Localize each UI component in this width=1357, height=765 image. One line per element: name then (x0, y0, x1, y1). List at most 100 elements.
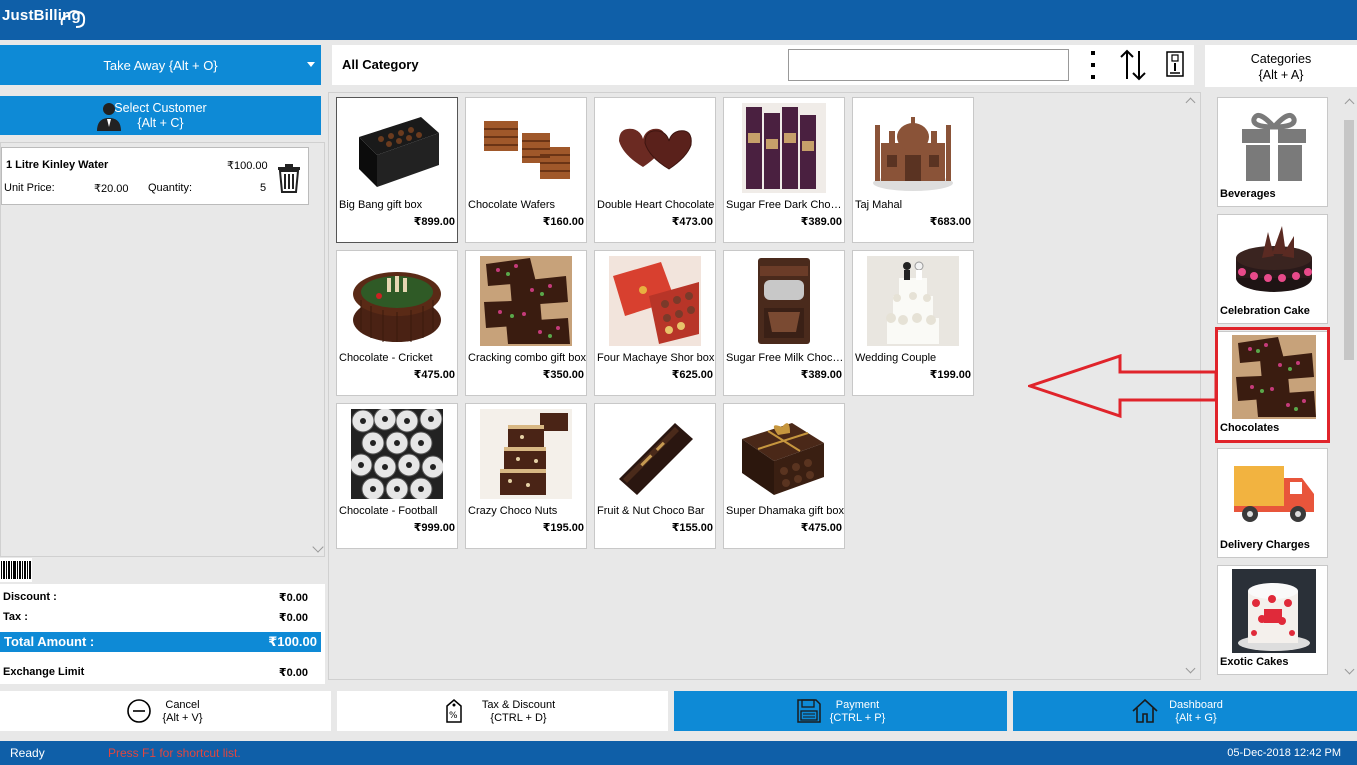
product-name: Four Machaye Shor box (597, 352, 715, 364)
product-tile[interactable]: Sugar Free Milk Chocolate ₹389.00 (723, 250, 845, 396)
product-name: Sugar Free Dark Chocolate (726, 199, 844, 211)
product-price: ₹475.00 (800, 522, 842, 534)
discount-row: Discount : ₹0.00 (3, 591, 308, 604)
category-tile-celebration-cake[interactable]: Celebration Cake (1217, 214, 1328, 324)
taj-mahal-image (867, 103, 959, 193)
exchange-limit-value: ₹0.00 (278, 667, 308, 679)
datetime: 05-Dec-2018 12:42 PM (1227, 747, 1341, 759)
current-category-title: All Category (342, 57, 419, 72)
product-tile[interactable]: Double Heart Chocolate ₹473.00 (594, 97, 716, 243)
product-tile[interactable]: Cracking combo gift box ₹350.00 (465, 250, 587, 396)
status-bar: Ready Press F1 for shortcut list. 05-Dec… (0, 741, 1357, 765)
category-name: Celebration Cake (1220, 305, 1310, 317)
shortcut-hint: Press F1 for shortcut list. (108, 746, 241, 760)
product-tile[interactable]: Four Machaye Shor box ₹625.00 (594, 250, 716, 396)
product-price: ₹199.00 (929, 369, 971, 381)
cart-item[interactable]: 1 Litre Kinley Water ₹100.00 Unit Price:… (1, 147, 309, 205)
tax-value: ₹0.00 (278, 612, 308, 624)
payment-button[interactable]: Payment {CTRL + P} (674, 691, 1007, 731)
product-name: Chocolate - Cricket (339, 352, 433, 364)
product-name: Taj Mahal (855, 199, 903, 211)
tax-row: Tax : ₹0.00 (3, 611, 308, 624)
product-price: ₹195.00 (542, 522, 584, 534)
product-tile[interactable]: Chocolate - Football ₹999.00 (336, 403, 458, 549)
chocolate-bark-image (480, 256, 572, 346)
product-tile[interactable]: Chocolate Wafers ₹160.00 (465, 97, 587, 243)
cancel-button[interactable]: Cancel {Alt + V} (0, 691, 331, 731)
highlight-box (1215, 327, 1330, 443)
category-scrollbar-thumb[interactable] (1344, 120, 1354, 360)
tax-discount-button[interactable]: % Tax & Discount {CTRL + D} (337, 691, 668, 731)
exchange-limit-row: Exchange Limit ₹0.00 (3, 666, 308, 679)
cart-item-name: 1 Litre Kinley Water (6, 159, 109, 171)
order-type-dropdown[interactable]: Take Away {Alt + O} (0, 45, 321, 85)
product-name: Double Heart Chocolate (597, 199, 715, 211)
trash-icon[interactable] (276, 163, 302, 193)
wafers-image (480, 103, 572, 193)
product-name: Crazy Choco Nuts (468, 505, 558, 517)
category-name: Exotic Cakes (1220, 656, 1289, 668)
discount-value: ₹0.00 (278, 592, 308, 604)
assorted-box-image (609, 256, 701, 346)
celebration-cake-image (1232, 218, 1316, 302)
categories-header[interactable]: Categories {Alt + A} (1205, 45, 1357, 87)
product-price: ₹999.00 (413, 522, 455, 534)
grid-scroll-down-icon[interactable] (1185, 663, 1196, 674)
grid-scroll-up-icon[interactable] (1185, 97, 1196, 108)
dashboard-button[interactable]: Dashboard {Alt + G} (1013, 691, 1357, 731)
total-amount-bar: Total Amount : ₹100.00 (0, 632, 321, 652)
search-input[interactable] (788, 49, 1069, 81)
select-customer-button[interactable]: Select Customer {Alt + C} (0, 96, 321, 135)
product-name: Big Bang gift box (339, 199, 423, 211)
annotation-arrow-icon (1028, 354, 1218, 419)
sort-icon[interactable] (1118, 49, 1148, 81)
football-chocolates-image (351, 409, 443, 499)
cart-scroll-down-icon[interactable] (312, 541, 324, 553)
cricket-cake-image (351, 256, 443, 346)
more-options-icon[interactable] (1089, 49, 1097, 81)
dhamaka-gift-box-image (738, 409, 830, 499)
product-price: ₹899.00 (413, 216, 455, 228)
product-price: ₹160.00 (542, 216, 584, 228)
product-name: Wedding Couple (855, 352, 937, 364)
gift-box-image (351, 103, 443, 193)
item-info-icon[interactable] (1166, 51, 1184, 77)
quantity-label: Quantity: (148, 182, 193, 194)
product-tile[interactable]: Crazy Choco Nuts ₹195.00 (465, 403, 587, 549)
product-tile[interactable]: Fruit & Nut Choco Bar ₹155.00 (594, 403, 716, 549)
category-tile-exotic-cakes[interactable]: Exotic Cakes (1217, 565, 1328, 675)
quantity-value[interactable]: 5 (260, 182, 266, 194)
category-name: Beverages (1220, 188, 1276, 200)
dark-chocolate-bars-image (738, 103, 830, 193)
category-tile-beverages[interactable]: Beverages (1217, 97, 1328, 207)
choco-nuts-image (480, 409, 572, 499)
category-tile-delivery-charges[interactable]: Delivery Charges (1217, 448, 1328, 558)
product-price: ₹389.00 (800, 216, 842, 228)
product-price: ₹350.00 (542, 369, 584, 381)
cloud-icon (60, 10, 86, 28)
product-price: ₹473.00 (671, 216, 713, 228)
product-tile[interactable]: Super Dhamaka gift box ₹475.00 (723, 403, 845, 549)
product-name: Super Dhamaka gift box (726, 505, 844, 517)
barcode-icon[interactable] (0, 558, 32, 582)
category-bar: All Category (332, 45, 1194, 85)
product-name: Chocolate - Football (339, 505, 438, 517)
unit-price-value: ₹20.00 (94, 183, 129, 195)
chevron-down-icon (307, 62, 315, 67)
cart-list[interactable]: 1 Litre Kinley Water ₹100.00 Unit Price:… (0, 142, 325, 557)
product-tile[interactable]: Big Bang gift box ₹899.00 (336, 97, 458, 243)
product-tile[interactable]: Taj Mahal ₹683.00 (852, 97, 974, 243)
product-tile[interactable]: Chocolate - Cricket ₹475.00 (336, 250, 458, 396)
product-tile[interactable]: Sugar Free Dark Chocolate ₹389.00 (723, 97, 845, 243)
wedding-cake-image (867, 256, 959, 346)
product-name: Fruit & Nut Choco Bar (597, 505, 705, 517)
product-tile[interactable]: Wedding Couple ₹199.00 (852, 250, 974, 396)
sugar-free-milk-chocolate-image (738, 256, 830, 346)
product-name: Sugar Free Milk Chocolate (726, 352, 844, 364)
exotic-cake-image (1232, 569, 1316, 653)
unit-price-label: Unit Price: (4, 182, 55, 194)
fruit-nut-bar-image (609, 409, 701, 499)
customer-icon (97, 103, 121, 131)
app-logo: JustBilling (2, 7, 86, 28)
status-text: Ready (10, 746, 45, 760)
